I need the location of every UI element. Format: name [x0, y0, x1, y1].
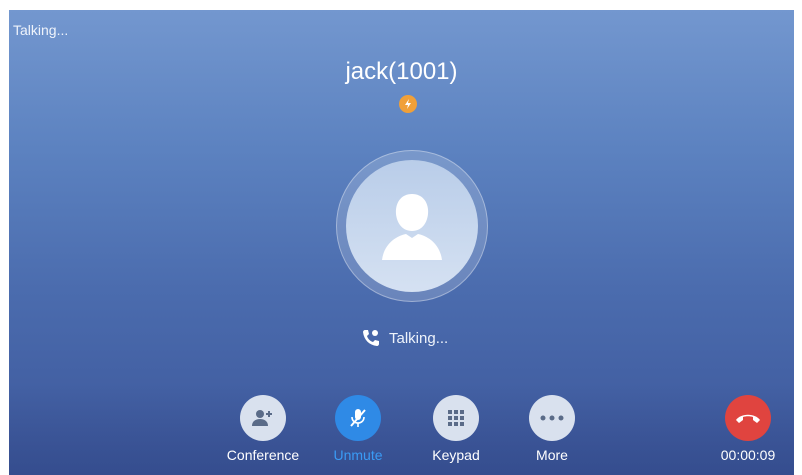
more-label: More [536, 447, 568, 463]
add-contact-icon [252, 410, 272, 426]
status-bar-text: Talking... [13, 22, 69, 38]
hangup-control: 00:00:09 [703, 395, 793, 463]
more-button[interactable] [529, 395, 575, 441]
phone-talking-icon [363, 330, 379, 346]
keypad-label: Keypad [432, 447, 480, 463]
more-dots-icon [540, 415, 564, 421]
conference-label: Conference [226, 447, 300, 463]
contact-silhouette-icon [382, 194, 442, 260]
call-timer: 00:00:09 [720, 447, 776, 463]
call-state-text: Talking... [389, 329, 449, 347]
avatar-ring [336, 150, 488, 302]
conference-control: Conference [218, 395, 308, 463]
caller-name: jack(1001) [345, 58, 458, 85]
avatar [346, 160, 478, 292]
unmute-button[interactable] [335, 395, 381, 441]
call-state: Talking... [361, 328, 448, 348]
dialpad-icon [448, 410, 464, 426]
keypad-button[interactable] [433, 395, 479, 441]
more-control: More [507, 395, 597, 463]
call-screen: Talking... jack(1001) Talking... Confere… [9, 10, 794, 475]
unmute-control: Unmute [313, 395, 403, 463]
mic-muted-icon [350, 409, 366, 427]
conference-button[interactable] [240, 395, 286, 441]
hd-audio-icon [399, 95, 417, 113]
unmute-label: Unmute [333, 447, 383, 463]
end-call-icon [736, 414, 760, 423]
keypad-control: Keypad [411, 395, 501, 463]
hangup-button[interactable] [725, 395, 771, 441]
